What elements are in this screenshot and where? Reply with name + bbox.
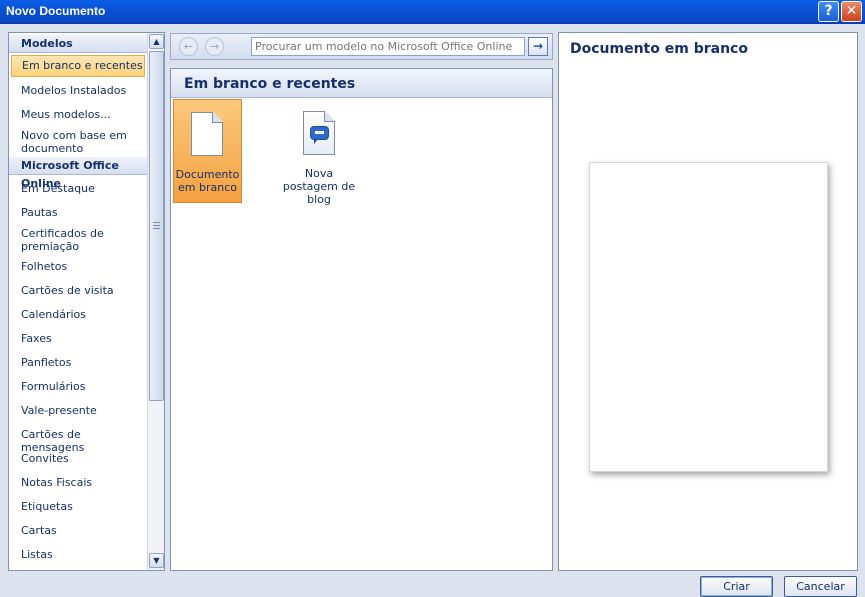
blog-post-icon xyxy=(303,111,335,155)
help-icon[interactable]: ? xyxy=(818,1,839,22)
templates-header: Em branco e recentes xyxy=(171,69,552,98)
sidebar-item-panfletos[interactable]: Panfletos xyxy=(9,356,147,369)
section-header-office-online: Microsoft Office Online xyxy=(9,157,147,190)
sidebar-item-em-destaque[interactable]: Em Destaque xyxy=(9,182,147,195)
section-header-modelos: Modelos xyxy=(9,35,147,53)
sidebar-item-listas[interactable]: Listas xyxy=(9,548,147,561)
sidebar-item-formularios[interactable]: Formulários xyxy=(9,380,147,393)
sidebar-item-modelos-instalados[interactable]: Modelos Instalados xyxy=(9,84,147,97)
speech-bubble-icon xyxy=(310,126,329,144)
search-go-button[interactable]: → xyxy=(528,37,548,56)
preview-panel: Documento em branco xyxy=(558,32,858,571)
sidebar-item-calendarios[interactable]: Calendários xyxy=(9,308,147,321)
sidebar-item-em-branco-recentes[interactable]: Em branco e recentes xyxy=(11,55,145,77)
preview-title: Documento em branco xyxy=(570,41,748,57)
dialog-body: Modelos Em branco e recentes Modelos Ins… xyxy=(0,24,865,597)
sidebar-item-notas-fiscais[interactable]: Notas Fiscais xyxy=(9,476,147,489)
template-categories-panel: Modelos Em branco e recentes Modelos Ins… xyxy=(8,32,165,571)
scrollbar-thumb[interactable] xyxy=(149,51,164,401)
back-arrow-icon[interactable]: ← xyxy=(179,37,198,56)
search-toolbar: ← → → xyxy=(170,33,553,60)
sidebar-item-etiquetas[interactable]: Etiquetas xyxy=(9,500,147,513)
sidebar-item-vale-presente[interactable]: Vale-presente xyxy=(9,404,147,417)
document-preview-page xyxy=(589,162,828,472)
scroll-up-icon[interactable]: ▲ xyxy=(149,34,164,49)
create-button[interactable]: Criar xyxy=(700,576,773,597)
sidebar-item-convites[interactable]: Convites xyxy=(9,452,147,465)
template-tile-nova-postagem-blog[interactable]: Nova postagem de blog xyxy=(276,99,362,206)
sidebar-item-pautas[interactable]: Pautas xyxy=(9,206,147,219)
forward-arrow-icon[interactable]: → xyxy=(205,37,224,56)
templates-panel: Em branco e recentes Documento em branco… xyxy=(170,68,553,571)
title-bar: Novo Documento ? ✕ xyxy=(0,0,865,24)
sidebar-item-folhetos[interactable]: Folhetos xyxy=(9,260,147,273)
template-label: Documento em branco xyxy=(175,168,240,194)
scrollbar-grip-icon xyxy=(153,222,160,229)
cancel-button[interactable]: Cancelar xyxy=(784,576,857,597)
scroll-down-icon[interactable]: ▼ xyxy=(149,553,164,568)
sidebar-item-cartoes-visita[interactable]: Cartões de visita xyxy=(9,284,147,297)
close-icon[interactable]: ✕ xyxy=(841,1,862,22)
blank-document-icon xyxy=(191,112,223,156)
templates-heading: Em branco e recentes xyxy=(184,76,356,92)
template-search-input[interactable] xyxy=(251,37,525,56)
sidebar-item-meus-modelos[interactable]: Meus modelos... xyxy=(9,108,147,121)
window-title: Novo Documento xyxy=(6,4,106,18)
sidebar-item-cartoes-mensagens[interactable]: Cartões de mensagens xyxy=(9,428,147,454)
sidebar-item-cartas[interactable]: Cartas xyxy=(9,524,147,537)
sidebar-scrollbar[interactable]: ▲ ▼ xyxy=(147,33,164,570)
sidebar-item-faxes[interactable]: Faxes xyxy=(9,332,147,345)
template-tile-documento-em-branco[interactable]: Documento em branco xyxy=(173,99,242,203)
template-label: Nova postagem de blog xyxy=(282,167,356,206)
sidebar-item-certificados[interactable]: Certificados de premiação xyxy=(9,227,119,253)
